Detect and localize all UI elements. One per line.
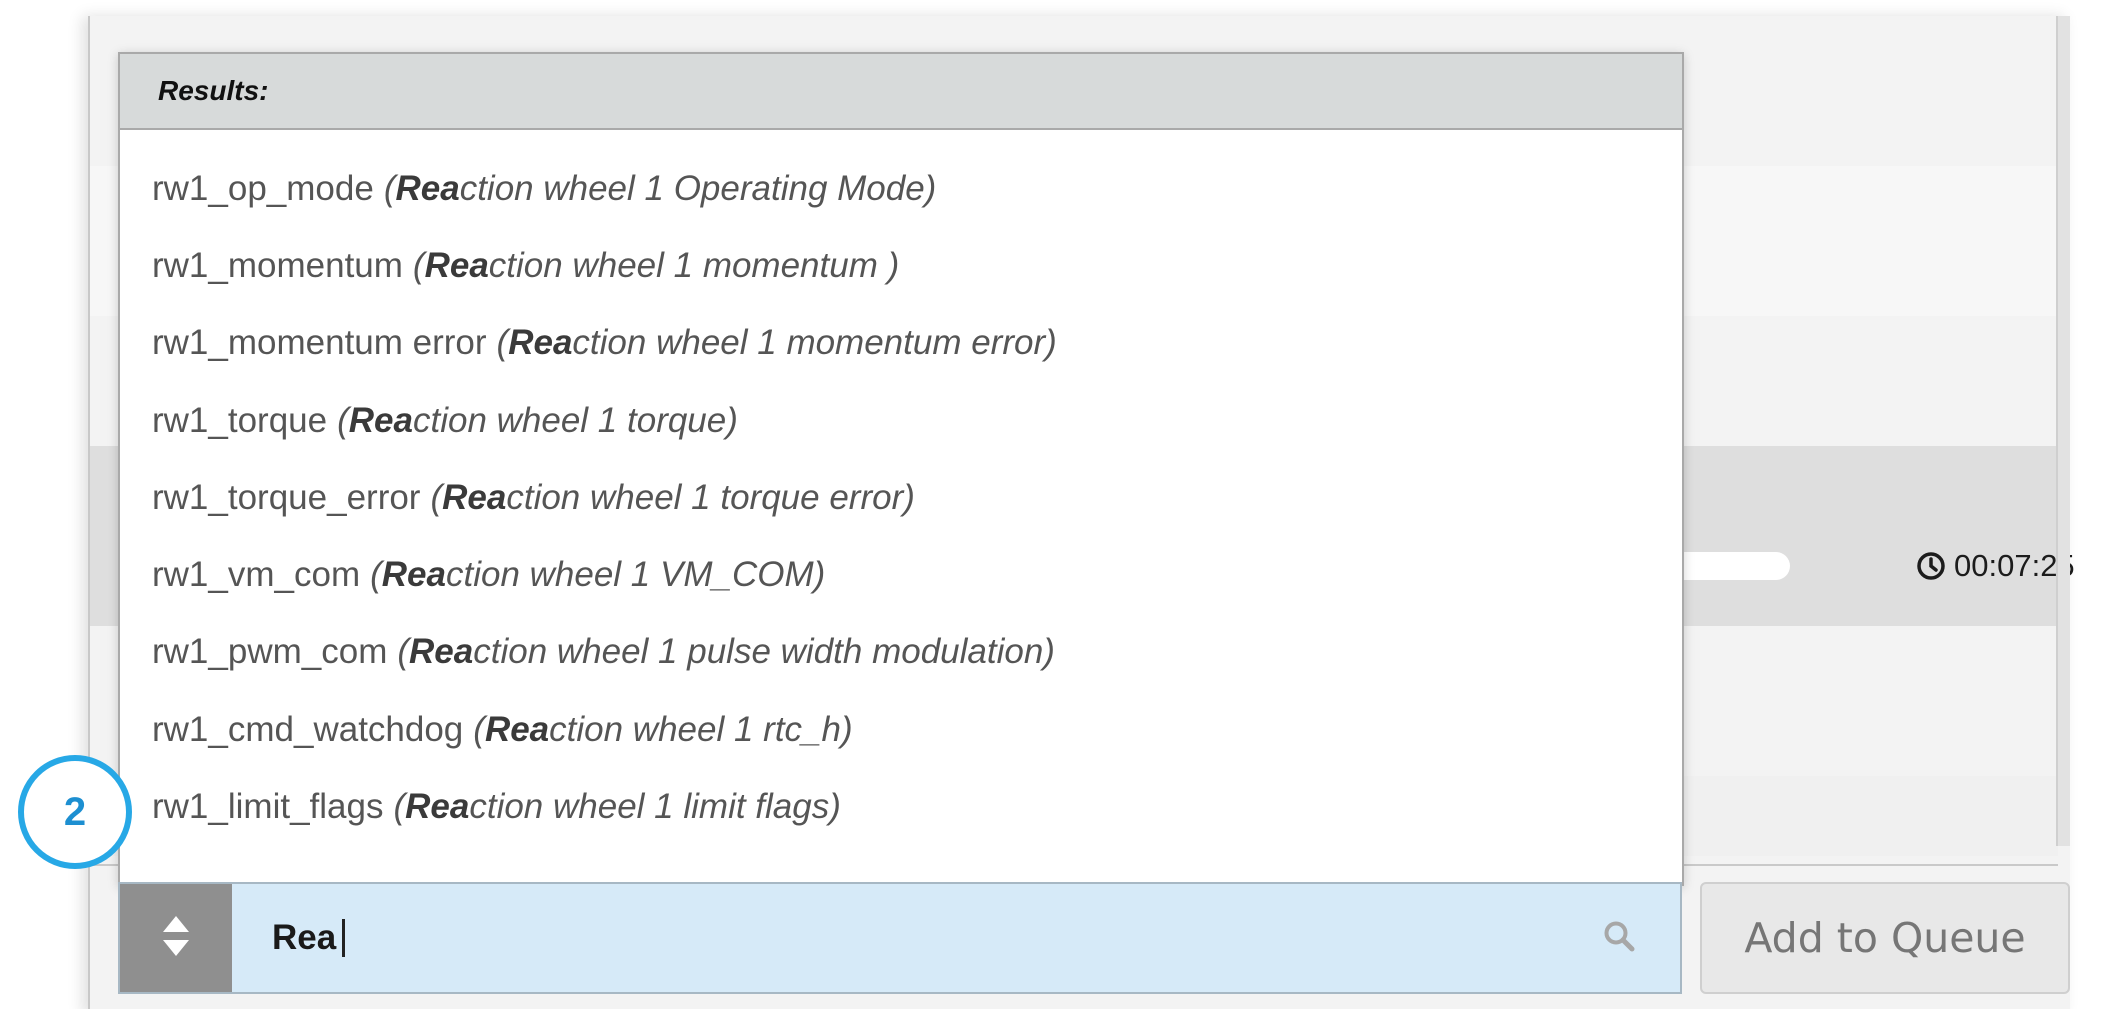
result-item-id: rw1_pwm_com xyxy=(152,632,388,672)
result-description-text: ction wheel 1 rtc_h) xyxy=(549,709,853,749)
result-description-text: ction wheel 1 torque error) xyxy=(506,477,915,517)
result-description-text: ction wheel 1 pulse width modulation) xyxy=(473,632,1055,672)
result-item-id: rw1_limit_flags xyxy=(152,787,384,827)
text-cursor xyxy=(342,919,346,957)
result-item[interactable]: rw1_vm_com (Reaction wheel 1 VM_COM) xyxy=(120,536,1682,613)
result-item-id: rw1_torque xyxy=(152,400,328,440)
sort-up-down-icon xyxy=(161,914,191,963)
result-match-highlight: Rea xyxy=(424,245,489,285)
results-list: rw1_op_mode (Reaction wheel 1 Operating M… xyxy=(120,130,1682,846)
result-item[interactable]: rw1_torque_error (Reaction wheel 1 torque… xyxy=(120,459,1682,536)
result-description-text: ction wheel 1 momentum ) xyxy=(488,245,900,285)
result-item-id: rw1_op_mode xyxy=(152,168,374,208)
search-input-value: Rea xyxy=(272,918,337,957)
result-item[interactable]: rw1_limit_flags (Reaction wheel 1 limit f… xyxy=(120,768,1682,845)
clock-icon xyxy=(1916,551,1946,581)
result-item[interactable]: rw1_pwm_com (Reaction wheel 1 pulse width… xyxy=(120,614,1682,691)
result-item-description: (Reaction wheel 1 momentum error) xyxy=(496,323,1057,363)
result-item-description: (Reaction wheel 1 VM_COM) xyxy=(370,555,826,595)
result-item-id: rw1_vm_com xyxy=(152,555,361,595)
result-item-id: rw1_momentum error xyxy=(152,323,487,363)
add-to-queue-button[interactable]: Add to Queue xyxy=(1700,882,2070,994)
result-item[interactable]: rw1_op_mode (Reaction wheel 1 Operating M… xyxy=(120,150,1682,227)
result-match-highlight: Rea xyxy=(442,477,507,517)
result-match-highlight: Rea xyxy=(508,323,573,363)
result-match-highlight: Rea xyxy=(381,555,446,595)
result-item-description: (Reaction wheel 1 pulse width modulation… xyxy=(397,632,1055,672)
result-item-id: rw1_cmd_watchdog xyxy=(152,709,464,749)
result-match-highlight: Rea xyxy=(395,168,460,208)
result-item-description: (Reaction wheel 1 Operating Mode) xyxy=(383,168,937,208)
screen: 00:07:25 Results: rw1_op_mode (Reaction w… xyxy=(0,0,2110,1009)
step-callout-badge: 2 xyxy=(18,755,132,869)
result-match-highlight: Rea xyxy=(484,709,550,749)
result-item[interactable]: rw1_torque (Reaction wheel 1 torque) xyxy=(120,382,1682,459)
result-description-text: ction wheel 1 VM_COM) xyxy=(445,555,826,595)
result-item[interactable]: rw1_momentum error (Reaction wheel 1 mome… xyxy=(120,305,1682,382)
results-header: Results: xyxy=(120,54,1682,130)
result-item-description: (Reaction wheel 1 torque error) xyxy=(430,477,915,517)
result-description-text: ction wheel 1 limit flags) xyxy=(469,787,841,827)
result-match-highlight: Rea xyxy=(405,787,470,827)
result-item-description: (Reaction wheel 1 limit flags) xyxy=(393,787,841,827)
result-item-description: (Reaction wheel 1 rtc_h) xyxy=(473,709,853,749)
results-dropdown: Results: rw1_op_mode (Reaction wheel 1 Op… xyxy=(118,52,1684,886)
scrollbar[interactable] xyxy=(2056,16,2070,846)
result-match-highlight: Rea xyxy=(409,632,474,672)
result-item-id: rw1_torque_error xyxy=(152,477,421,517)
result-description-text: ction wheel 1 Operating Mode) xyxy=(459,168,937,208)
result-item[interactable]: rw1_cmd_watchdog (Reaction wheel 1 rtc_h) xyxy=(120,691,1682,768)
result-item[interactable]: rw1_momentum (Reaction wheel 1 momentum ) xyxy=(120,227,1682,304)
result-description-text: ction wheel 1 momentum error) xyxy=(572,323,1057,363)
result-item-id: rw1_momentum xyxy=(152,245,403,285)
result-description-text: ction wheel 1 torque) xyxy=(412,400,738,440)
search-icon[interactable] xyxy=(1602,919,1636,958)
result-item-description: (Reaction wheel 1 momentum ) xyxy=(412,245,900,285)
elapsed-timer: 00:07:25 xyxy=(1916,548,2075,584)
search-bar: Rea xyxy=(118,882,1682,994)
sort-toggle-button[interactable] xyxy=(120,884,232,992)
search-input[interactable]: Rea xyxy=(232,884,1680,992)
result-match-highlight: Rea xyxy=(348,400,413,440)
result-item-description: (Reaction wheel 1 torque) xyxy=(337,400,738,440)
